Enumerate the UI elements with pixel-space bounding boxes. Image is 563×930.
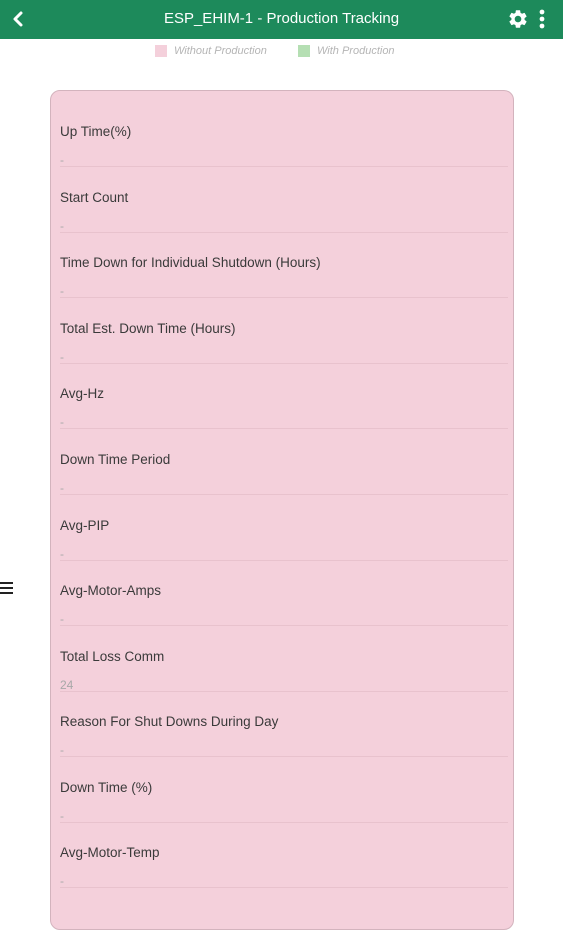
field-label: Avg-PIP — [60, 518, 110, 533]
legend-label: With Production — [317, 45, 395, 57]
field-label: Total Est. Down Time (Hours) — [60, 321, 236, 336]
gear-icon[interactable] — [507, 7, 529, 31]
field-label: Start Count — [60, 190, 129, 205]
field-label: Reason For Shut Downs During Day — [60, 714, 279, 729]
field-value: - — [60, 219, 64, 233]
legend: Without Production With Production — [0, 42, 563, 60]
field-label: Avg-Hz — [60, 386, 105, 401]
field-value: - — [60, 284, 64, 298]
field-label: Down Time (%) — [60, 780, 153, 795]
field-value: - — [60, 809, 64, 823]
field-avg-pip: Avg-PIP - — [60, 495, 508, 561]
field-label: Total Loss Comm — [60, 649, 165, 664]
field-avg-motor-temp: Avg-Motor-Temp - — [60, 822, 508, 888]
field-up-time: Up Time(%) - — [60, 101, 508, 167]
legend-item-with-production: With Production — [298, 42, 395, 60]
field-label: Time Down for Individual Shutdown (Hours… — [60, 255, 321, 270]
field-time-down-individual-shutdown: Time Down for Individual Shutdown (Hours… — [60, 232, 508, 298]
production-details-card: Up Time(%) - Start Count - Time Down for… — [50, 90, 514, 930]
field-label: Up Time(%) — [60, 124, 132, 139]
legend-swatch-pink — [155, 45, 167, 57]
field-label: Down Time Period — [60, 452, 171, 467]
more-vert-icon[interactable] — [535, 8, 549, 30]
app-bar: ESP_EHIM-1 - Production Tracking — [0, 0, 563, 39]
field-value: 24 — [60, 678, 74, 692]
field-value: - — [60, 874, 64, 888]
field-label: Avg-Motor-Temp — [60, 845, 160, 860]
legend-swatch-green — [298, 45, 310, 57]
field-value: - — [60, 481, 64, 495]
field-reason-for-shutdowns: Reason For Shut Downs During Day - — [60, 691, 508, 757]
field-value: - — [60, 547, 64, 561]
field-start-count: Start Count - — [60, 167, 508, 233]
legend-item-without-production: Without Production — [155, 42, 267, 60]
field-avg-hz: Avg-Hz - — [60, 363, 508, 429]
field-value: - — [60, 153, 64, 167]
field-total-est-down-time: Total Est. Down Time (Hours) - — [60, 298, 508, 364]
field-value: - — [60, 743, 64, 757]
field-label: Avg-Motor-Amps — [60, 583, 162, 598]
field-total-loss-comm: Total Loss Comm 24 — [60, 626, 508, 692]
field-down-time-period: Down Time Period - — [60, 429, 508, 495]
page-title: ESP_EHIM-1 - Production Tracking — [163, 10, 400, 27]
hamburger-menu-icon[interactable] — [0, 580, 14, 596]
field-down-time-percent: Down Time (%) - — [60, 757, 508, 823]
field-value: - — [60, 415, 64, 429]
field-value: - — [60, 612, 64, 626]
legend-label: Without Production — [174, 45, 267, 57]
field-value: - — [60, 350, 64, 364]
field-avg-motor-amps: Avg-Motor-Amps - — [60, 560, 508, 626]
